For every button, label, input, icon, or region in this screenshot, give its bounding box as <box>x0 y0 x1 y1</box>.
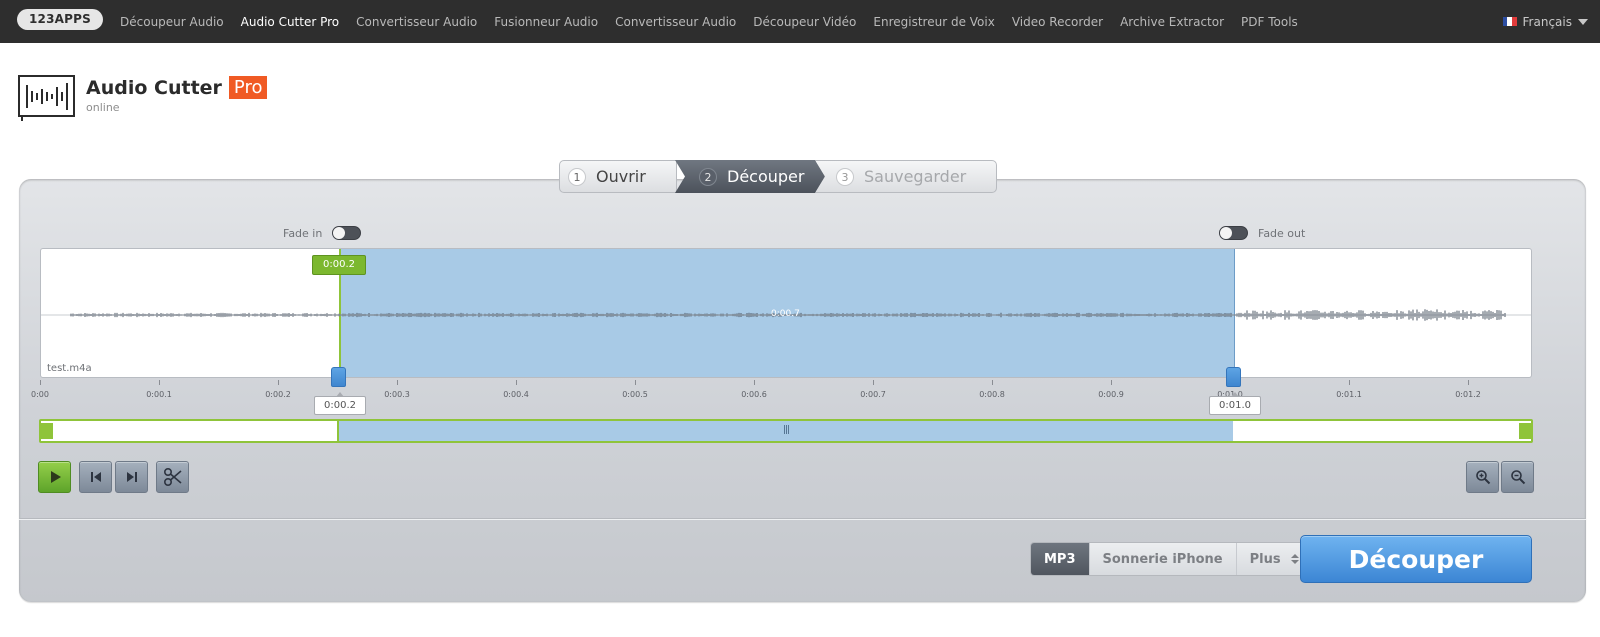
start-time-flag: 0:00.2 <box>312 255 366 275</box>
ruler-tick <box>1111 380 1112 385</box>
end-handle-grip[interactable] <box>1226 367 1241 387</box>
format-iphone-ringtone-button[interactable]: Sonnerie iPhone <box>1088 543 1236 575</box>
ruler-tick-label: 0:00.9 <box>1098 390 1124 399</box>
fade-out-control: Fade out <box>1219 226 1305 240</box>
cut-mode-button[interactable] <box>156 461 189 493</box>
play-button[interactable] <box>38 461 71 493</box>
ruler-tick-label: 0:00.6 <box>741 390 767 399</box>
nav-link-enregistreur-de-voix[interactable]: Enregistreur de Voix <box>873 15 994 29</box>
overview-right-grip[interactable] <box>1519 423 1531 439</box>
nav-link-decoupeur-video[interactable]: Découpeur Vidéo <box>753 15 856 29</box>
file-name: test.m4a <box>47 363 92 374</box>
fade-out-toggle[interactable] <box>1219 226 1248 240</box>
ruler-tick <box>754 380 755 385</box>
panel-divider <box>19 518 1586 520</box>
wizard-steps: 1 Ouvrir 2 Découper 3 Sauvegarder <box>559 160 1005 193</box>
play-icon <box>50 471 61 483</box>
top-navigation-bar: 123APPS Découpeur Audio Audio Cutter Pro… <box>0 0 1600 43</box>
start-handle[interactable] <box>331 367 346 389</box>
format-mp3-button[interactable]: MP3 <box>1031 543 1089 575</box>
nav-link-archive-extractor[interactable]: Archive Extractor <box>1120 15 1224 29</box>
zoom-in-icon <box>1475 470 1490 485</box>
page-subtitle: online <box>86 101 120 114</box>
chevron-down-icon <box>1578 18 1588 25</box>
ruler-tick <box>992 380 993 385</box>
selection-duration: 0:00.7 <box>771 309 800 319</box>
fade-out-label: Fade out <box>1258 226 1306 240</box>
ruler-tick <box>278 380 279 385</box>
zoom-out-button[interactable] <box>1501 461 1534 493</box>
zoom-out-icon <box>1510 470 1525 485</box>
ruler-tick-label: 0:00.2 <box>265 390 291 399</box>
start-time-label[interactable]: 0:00.2 <box>314 392 366 415</box>
fade-in-toggle[interactable] <box>332 226 362 240</box>
app-nav: Découpeur Audio Audio Cutter Pro Convert… <box>120 0 1315 43</box>
end-time-label[interactable]: 0:01.0 <box>1209 392 1261 415</box>
fade-in-label: Fade in <box>283 226 323 240</box>
language-label: Français <box>1522 14 1572 29</box>
step-sauvegarder[interactable]: 3 Sauvegarder <box>815 160 997 193</box>
ruler-tick <box>40 380 41 385</box>
zoom-in-button[interactable] <box>1466 461 1499 493</box>
ruler-tick-label: 0:00.5 <box>622 390 648 399</box>
nav-link-fusionneur-audio[interactable]: Fusionneur Audio <box>494 15 598 29</box>
time-ruler: 0:00 0:00.1 0:00.2 0:00.3 0:00.4 0:00.5 0:00.6… <box>31 380 1532 402</box>
step-ouvrir[interactable]: 1 Ouvrir <box>559 160 677 193</box>
ruler-tick <box>159 380 160 385</box>
nav-link-convertisseur-audio[interactable]: Convertisseur Audio <box>356 15 477 29</box>
ruler-tick-label: 0:00.1 <box>146 390 172 399</box>
ruler-tick <box>397 380 398 385</box>
app-title-text: Audio Cutter <box>86 76 222 99</box>
skip-back-button[interactable] <box>79 461 112 493</box>
overview-scrollbar[interactable]: ||| <box>39 419 1533 443</box>
brand-logo[interactable]: 123APPS <box>17 9 103 30</box>
ruler-tick <box>1468 380 1469 385</box>
ruler-tick-label: 0:00.7 <box>860 390 886 399</box>
overview-center-grip-icon[interactable]: ||| <box>783 425 790 435</box>
start-handle-grip[interactable] <box>331 367 346 387</box>
overview-left-grip[interactable] <box>41 423 53 439</box>
step-number: 3 <box>836 167 854 186</box>
step-number: 2 <box>699 167 717 186</box>
fade-in-control: Fade in <box>283 226 362 240</box>
nav-link-convertisseur-audio-2[interactable]: Convertisseur Audio <box>615 15 736 29</box>
ruler-tick-label: 0:00.8 <box>979 390 1005 399</box>
pro-badge: Pro <box>228 76 268 99</box>
ruler-tick-label: 0:00 <box>31 390 49 399</box>
ruler-tick-label: 0:00.4 <box>503 390 529 399</box>
scissors-icon <box>163 467 182 487</box>
language-selector[interactable]: Français <box>1502 0 1588 43</box>
nav-link-video-recorder[interactable]: Video Recorder <box>1012 15 1103 29</box>
french-flag-icon <box>1502 17 1517 26</box>
format-selector: MP3 Sonnerie iPhone Plus <box>1030 542 1313 576</box>
ruler-tick-label: 0:00.3 <box>384 390 410 399</box>
step-label: Découper <box>727 167 805 186</box>
nav-link-pdf-tools[interactable]: PDF Tools <box>1241 15 1298 29</box>
skip-back-icon <box>90 472 101 482</box>
audio-cutter-logo-icon <box>18 75 75 121</box>
nav-link-audio-cutter-pro[interactable]: Audio Cutter Pro <box>241 15 339 29</box>
step-label: Ouvrir <box>596 167 646 186</box>
page-title: Audio Cutter Pro <box>86 76 268 99</box>
ruler-tick <box>516 380 517 385</box>
step-label: Sauvegarder <box>864 167 967 186</box>
step-decouper[interactable]: 2 Découper <box>675 160 825 193</box>
cut-button[interactable]: Découper <box>1300 535 1532 583</box>
skip-forward-button[interactable] <box>115 461 148 493</box>
ruler-tick <box>873 380 874 385</box>
step-number: 1 <box>568 167 586 186</box>
waveform-area[interactable]: 0:00.7 test.m4a <box>40 248 1532 378</box>
ruler-tick <box>1349 380 1350 385</box>
end-handle[interactable] <box>1226 367 1241 389</box>
ruler-tick <box>635 380 636 385</box>
up-down-arrows-icon <box>1290 554 1299 564</box>
ruler-tick-label: 0:01.1 <box>1336 390 1362 399</box>
ruler-tick-label: 0:01.2 <box>1455 390 1481 399</box>
format-more-label: Plus <box>1249 551 1281 567</box>
skip-forward-icon <box>126 472 137 482</box>
nav-link-decoupeur-audio[interactable]: Découpeur Audio <box>120 15 224 29</box>
